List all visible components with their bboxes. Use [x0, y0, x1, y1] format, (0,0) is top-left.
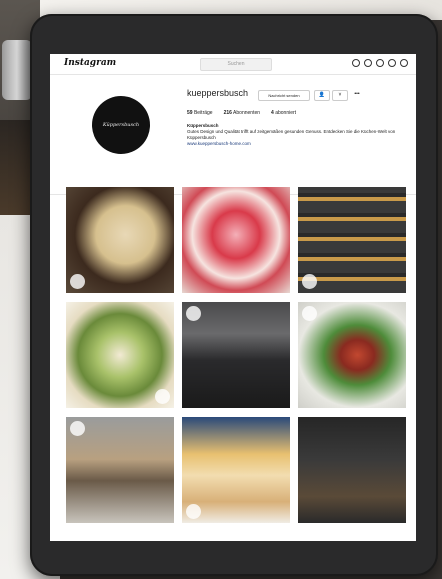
posts-grid: [66, 187, 411, 523]
message-button[interactable]: Nachricht senden: [258, 90, 310, 101]
explore-icon[interactable]: [364, 59, 372, 67]
post-badge: [302, 274, 317, 289]
post-badge: [70, 421, 85, 436]
home-icon[interactable]: [352, 59, 360, 67]
avatar-text: Küppersbusch: [102, 122, 140, 128]
post-badge: [186, 504, 201, 519]
follow-status-button[interactable]: 👤: [314, 90, 330, 101]
compass-icon[interactable]: [376, 59, 384, 67]
bio-text: Gutes Design und Qualität trifft auf zei…: [187, 129, 396, 140]
post-vegetable-salad[interactable]: [298, 302, 406, 408]
suggested-button[interactable]: ˅: [332, 90, 348, 101]
top-icons: [352, 59, 408, 67]
post-strawberry-tart[interactable]: [182, 187, 290, 293]
post-quiche[interactable]: [182, 417, 290, 523]
post-badge: [186, 306, 201, 321]
followers-count[interactable]: 216 Abonnenten: [224, 110, 260, 116]
profile-username: kueppersbusch: [187, 88, 249, 98]
profile-bio: Küppersbusch Gutes Design und Qualität t…: [187, 123, 407, 147]
post-badge: [155, 389, 170, 404]
posts-count: 59 Beiträge: [187, 110, 213, 116]
avatar[interactable]: Küppersbusch: [92, 96, 150, 154]
post-badge: [302, 306, 317, 321]
post-grill-cooktop[interactable]: [182, 302, 290, 408]
background-pot: [2, 40, 32, 100]
heart-icon[interactable]: [388, 59, 396, 67]
following-count[interactable]: 4 abonniert: [271, 110, 296, 116]
post-kitchen-interior[interactable]: [66, 417, 174, 523]
search-input[interactable]: Suchen: [200, 58, 272, 71]
profile-icon[interactable]: [400, 59, 408, 67]
post-ice-cream[interactable]: [66, 187, 174, 293]
post-caesar-salad[interactable]: [66, 302, 174, 408]
more-options-icon[interactable]: •••: [350, 90, 364, 99]
bio-link[interactable]: www.kueppersbusch-home.com: [187, 141, 407, 147]
post-badge: [70, 274, 85, 289]
instagram-top-bar: Instagram Suchen: [50, 54, 416, 75]
post-baking-trays[interactable]: [298, 187, 406, 293]
instagram-logo[interactable]: Instagram: [64, 58, 116, 68]
post-built-in-ovens[interactable]: [298, 417, 406, 523]
profile-stats: 59 Beiträge 216 Abonnenten 4 abonniert: [187, 110, 296, 116]
tablet-screen: Instagram Suchen Küppersbusch kueppersbu…: [50, 54, 416, 541]
